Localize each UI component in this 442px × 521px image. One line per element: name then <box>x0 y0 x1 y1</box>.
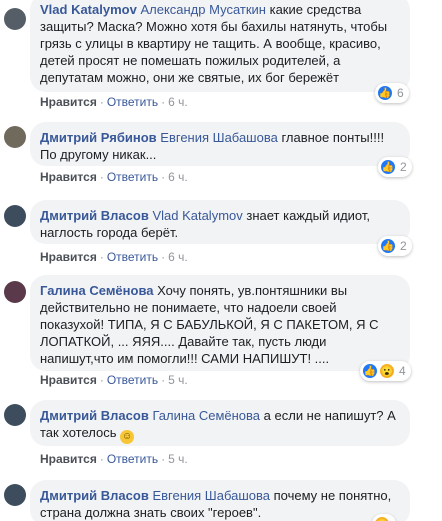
comment-time[interactable]: 6 ч. <box>168 250 188 264</box>
avatar[interactable] <box>4 404 26 426</box>
like-icon: 👍 <box>380 159 396 175</box>
reactions-summary[interactable]: 👍 😮 4 <box>360 361 411 381</box>
comment-mention[interactable]: Vlad Katalymov <box>152 208 242 223</box>
reply-button[interactable]: Ответить <box>107 170 158 184</box>
like-button[interactable]: Нравится <box>40 452 97 466</box>
comment-author[interactable]: Дмитрий Власов <box>40 208 149 223</box>
comment-time[interactable]: 5 ч. <box>168 373 188 387</box>
avatar[interactable] <box>4 281 26 303</box>
comment-bubble: Галина Семёнова Хочу понять, ув.понтяшни… <box>30 275 410 371</box>
comment-list: Vlad Katalymov Александр Мусаткин какие … <box>0 0 442 521</box>
reaction-count: 2 <box>400 239 407 253</box>
wow-icon: 😮 <box>379 363 395 379</box>
like-icon: 👍 <box>380 238 396 254</box>
comment-actions: Нравится · Ответить · 5 ч. <box>40 452 188 466</box>
comment-bubble: Дмитрий Власов Галина Семёнова а если не… <box>30 400 410 446</box>
comment-mention[interactable]: Евгения Шабашова <box>152 488 270 503</box>
comment-mention[interactable]: Евгения Шабашова <box>160 130 278 145</box>
comment-author[interactable]: Дмитрий Власов <box>40 488 149 503</box>
comment-author[interactable]: Дмитрий Власов <box>40 408 149 423</box>
reply-button[interactable]: Ответить <box>107 250 158 264</box>
comment-bubble: Дмитрий Власов Евгения Шабашова почему н… <box>30 480 410 521</box>
like-icon: 👍 <box>362 363 378 379</box>
comment-mention[interactable]: Галина Семёнова <box>152 408 260 423</box>
like-button[interactable]: Нравится <box>40 373 97 387</box>
comment-author[interactable]: Галина Семёнова <box>40 283 154 298</box>
avatar[interactable] <box>4 8 26 30</box>
avatar[interactable] <box>4 126 26 148</box>
comment-author[interactable]: Дмитрий Рябинов <box>40 130 157 145</box>
comment-actions: Нравится · Ответить · 5 ч. <box>40 373 188 387</box>
reply-button[interactable]: Ответить <box>107 452 158 466</box>
avatar[interactable] <box>4 205 26 227</box>
laughing-reaction-icon: 😆 <box>374 516 390 521</box>
like-button[interactable]: Нравится <box>40 95 97 109</box>
reaction-count: 4 <box>399 364 406 378</box>
like-button[interactable]: Нравится <box>40 250 97 264</box>
reaction-count: 2 <box>400 160 407 174</box>
avatar[interactable] <box>4 484 26 506</box>
reactions-summary[interactable]: 👍 2 <box>378 157 412 177</box>
comment-actions: Нравится · Ответить · 6 ч. <box>40 170 188 184</box>
reaction-count: 6 <box>397 86 404 100</box>
reply-button[interactable]: Ответить <box>107 373 158 387</box>
reactions-summary[interactable]: 👍 6 <box>375 83 409 103</box>
comment-bubble: Дмитрий Власов Vlad Katalymov знает кажд… <box>30 200 410 244</box>
comment-mention[interactable]: Александр Мусаткин <box>140 2 266 17</box>
comment-time[interactable]: 6 ч. <box>168 95 188 109</box>
comment-actions: Нравится · Ответить · 6 ч. <box>40 250 188 264</box>
comment-author[interactable]: Vlad Katalymov <box>40 2 137 17</box>
comment-time[interactable]: 5 ч. <box>168 452 188 466</box>
comment-bubble: Vlad Katalymov Александр Мусаткин какие … <box>30 0 410 92</box>
like-button[interactable]: Нравится <box>40 170 97 184</box>
like-icon: 👍 <box>377 85 393 101</box>
comment-actions: Нравится · Ответить · 6 ч. <box>40 95 188 109</box>
laughing-emoji-icon: ☺ <box>120 430 135 444</box>
reactions-summary[interactable]: 👍 2 <box>378 236 412 256</box>
reply-button[interactable]: Ответить <box>107 95 158 109</box>
comment-time[interactable]: 6 ч. <box>168 170 188 184</box>
comment-bubble: Дмитрий Рябинов Евгения Шабашова главное… <box>30 122 410 166</box>
